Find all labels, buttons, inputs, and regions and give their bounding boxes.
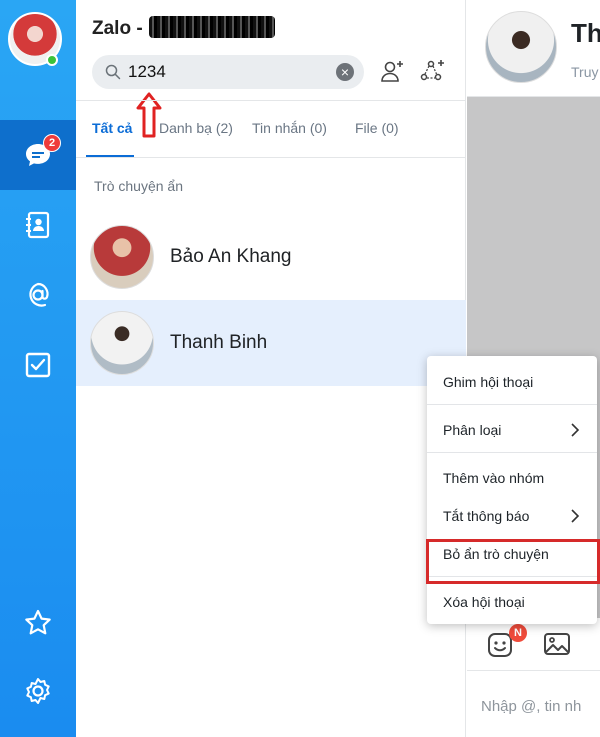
menu-divider	[427, 404, 597, 405]
menu-item-label: Tắt thông báo	[443, 508, 530, 524]
nav-favorites[interactable]	[0, 588, 76, 658]
redacted-account-name	[149, 16, 275, 38]
star-icon	[25, 609, 51, 635]
menu-item-delete-conversation[interactable]: Xóa hội thoại	[427, 587, 597, 617]
conversation-list-panel: Zalo - × Tất cả Danh bạ (2) Tin nhắn (0)	[76, 0, 466, 737]
conversation-name: Bảo An Khang	[170, 246, 292, 267]
menu-divider	[427, 452, 597, 453]
menu-item-classify[interactable]: Phân loại	[427, 415, 597, 445]
navigation-rail: 2	[0, 0, 76, 737]
message-composer[interactable]: Nhập @, tin nh	[467, 670, 600, 737]
add-friend-button[interactable]	[376, 55, 408, 87]
tab-all[interactable]: Tất cả	[92, 120, 132, 136]
menu-item-pin-conversation[interactable]: Ghim hội thoại	[427, 367, 597, 397]
menu-item-label: Xóa hội thoại	[443, 594, 525, 610]
app-title: Zalo -	[92, 18, 143, 39]
search-icon	[105, 64, 121, 80]
menu-item-label: Thêm vào nhóm	[443, 470, 545, 486]
menu-item-mute-notifications[interactable]: Tắt thông báo	[427, 501, 597, 531]
conversation-name: Thanh Binh	[170, 332, 268, 353]
chat-header: Th Truy	[467, 0, 600, 97]
nav-settings[interactable]	[0, 656, 76, 726]
nav-todo[interactable]	[0, 330, 76, 400]
avatar	[90, 311, 154, 375]
chevron-right-icon	[571, 509, 580, 523]
contacts-icon	[26, 211, 50, 239]
search-result-tabs: Tất cả Danh bạ (2) Tin nhắn (0) File (0)	[76, 100, 466, 158]
image-icon[interactable]	[541, 628, 573, 660]
at-sign-icon	[29, 282, 49, 307]
add-user-icon	[381, 61, 403, 82]
nav-mentions[interactable]	[0, 260, 76, 330]
nav-messages[interactable]: 2	[0, 120, 76, 190]
create-group-button[interactable]	[416, 55, 448, 87]
tab-files[interactable]: File (0)	[355, 120, 399, 136]
tab-contacts[interactable]: Danh bạ (2)	[159, 120, 233, 136]
chevron-right-icon	[571, 423, 580, 437]
add-group-icon	[420, 60, 444, 81]
tab-messages[interactable]: Tin nhắn (0)	[252, 120, 327, 136]
red-highlight-box	[426, 539, 600, 584]
composer-placeholder: Nhập @, tin nh	[481, 698, 582, 715]
messages-badge: 2	[43, 134, 61, 152]
chat-toolbar: N	[467, 618, 600, 670]
active-tab-indicator	[86, 155, 134, 157]
checkbox-icon	[25, 352, 51, 378]
chat-title: Th	[571, 18, 600, 48]
clear-search-icon[interactable]: ×	[336, 63, 354, 81]
sticker-new-badge: N	[509, 624, 527, 642]
chat-subtitle: Truy	[571, 64, 599, 80]
menu-item-label: Ghim hội thoại	[443, 374, 534, 390]
search-box[interactable]: ×	[92, 55, 364, 89]
menu-item-label: Phân loại	[443, 422, 502, 438]
chat-avatar[interactable]	[485, 11, 557, 83]
conversation-item[interactable]: Thanh Binh	[76, 300, 466, 386]
gear-icon	[26, 678, 50, 704]
search-input[interactable]	[128, 62, 328, 82]
conversation-item[interactable]: Bảo An Khang	[76, 214, 466, 300]
menu-item-add-to-group[interactable]: Thêm vào nhóm	[427, 463, 597, 493]
online-status-dot	[46, 54, 58, 66]
nav-contacts[interactable]	[0, 190, 76, 260]
avatar	[90, 225, 154, 289]
hidden-chats-heading: Trò chuyện ẩn	[94, 178, 183, 194]
